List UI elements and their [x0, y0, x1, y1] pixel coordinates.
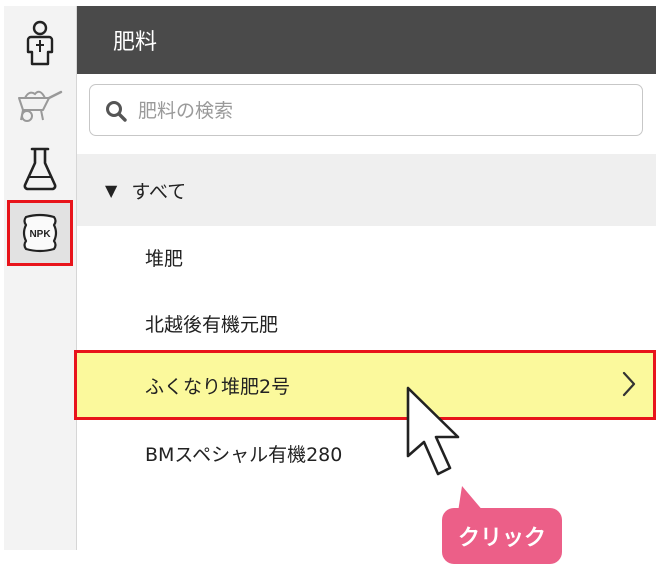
list-item[interactable]: 堆肥 [77, 226, 656, 288]
search-box[interactable] [89, 84, 643, 136]
sidebar-item-fertilizer[interactable]: NPK [7, 200, 73, 266]
list-item-label: 堆肥 [145, 247, 184, 270]
search-area [77, 74, 656, 154]
click-callout: クリック [442, 508, 562, 564]
fertilizer-list: ▼ すべて 堆肥 北越後有機元肥 ふくなり堆肥2号 BMスペシャル有機280 [74, 154, 656, 550]
list-item[interactable]: 北越後有機元肥 [77, 292, 656, 354]
app-window: NPK 肥料 ▼ すべて 堆肥 北越 [4, 6, 656, 550]
chevron-right-icon [622, 371, 636, 397]
group-label: すべて [131, 180, 187, 203]
sidebar-item-person[interactable] [8, 12, 72, 74]
svg-text:NPK: NPK [29, 229, 51, 240]
group-all[interactable]: ▼ すべて [77, 154, 656, 226]
panel-header: 肥料 [77, 6, 656, 74]
sidebar: NPK [4, 6, 77, 550]
collapse-arrow-icon: ▼ [105, 180, 118, 200]
fertilizer-panel: 肥料 ▼ すべて 堆肥 北越後有機元肥 ふくなり堆肥 [74, 6, 656, 550]
click-callout-label: クリック [457, 526, 546, 551]
sidebar-item-wheelbarrow[interactable] [8, 74, 72, 136]
search-input[interactable] [136, 93, 630, 129]
search-icon [106, 101, 127, 122]
npk-bag-icon: NPK [22, 213, 58, 253]
list-item[interactable]: BMスペシャル有機280 [77, 422, 656, 484]
mouse-pointer-icon [406, 386, 460, 476]
list-item-label: 北越後有機元肥 [145, 313, 279, 336]
wheelbarrow-icon [18, 90, 63, 122]
list-item-label: BMスペシャル有機280 [145, 443, 343, 466]
page-title: 肥料 [113, 30, 158, 55]
list-item-selected[interactable]: ふくなり堆肥2号 [74, 350, 656, 420]
sidebar-item-flask[interactable] [8, 138, 72, 200]
list-item-label: ふくなり堆肥2号 [145, 375, 291, 398]
flask-icon [23, 147, 57, 191]
person-icon [26, 20, 54, 66]
